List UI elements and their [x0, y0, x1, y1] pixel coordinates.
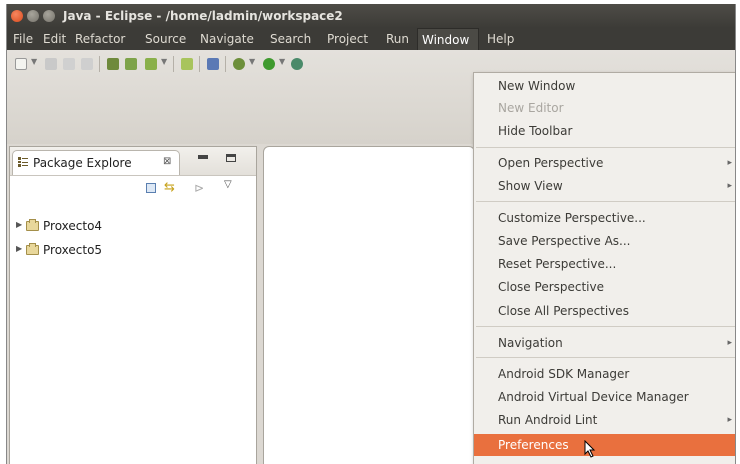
filter-icon[interactable]: ⊳ — [194, 181, 204, 195]
chevron-down-icon[interactable]: ▼ — [249, 57, 255, 66]
tree-item-label: Proxecto4 — [43, 219, 103, 233]
tree-item-proxecto4[interactable]: ▶ Proxecto4 — [16, 217, 216, 235]
menu-item-reset-perspective[interactable]: Reset Perspective... — [474, 253, 735, 275]
package-explorer-view: Package Explore ⊠ ⇆ ⊳ ▽ ▶ Proxecto4 ▶ Pr… — [9, 146, 257, 464]
minimize-view-button[interactable] — [198, 155, 208, 159]
package-explorer-tabbar: Package Explore ⊠ — [10, 147, 256, 176]
maximize-view-button[interactable] — [226, 154, 236, 162]
title-bar: Java - Eclipse - /home/ladmin/workspace2 — [7, 4, 735, 28]
project-folder-icon — [26, 219, 39, 231]
menu-navigate[interactable]: Navigate — [196, 28, 258, 50]
menu-item-label: Close All Perspectives — [498, 304, 629, 318]
toolbar-separator — [199, 56, 200, 72]
collapse-all-icon[interactable] — [146, 183, 156, 193]
menu-file[interactable]: File — [9, 28, 37, 50]
menu-separator — [476, 147, 735, 148]
menu-item-label: Reset Perspective... — [498, 257, 617, 271]
menu-project[interactable]: Project — [323, 28, 372, 50]
menu-item-run-android-lint[interactable]: Run Android Lint ▸ — [474, 409, 735, 431]
window-menu-dropdown: New Window New Editor Hide Toolbar Open … — [473, 72, 735, 464]
menu-search[interactable]: Search — [266, 28, 315, 50]
menu-item-label: Android Virtual Device Manager — [498, 390, 689, 404]
project-folder-icon — [26, 243, 39, 255]
menu-item-preferences[interactable]: Preferences — [474, 434, 735, 458]
tree-item-label: Proxecto5 — [43, 243, 103, 257]
eclipse-window: Java - Eclipse - /home/ladmin/workspace2… — [6, 4, 736, 464]
view-menu-icon[interactable]: ▽ — [224, 179, 232, 190]
package-explorer-toolbar: ⇆ ⊳ ▽ — [10, 177, 256, 199]
window-title: Java - Eclipse - /home/ladmin/workspace2 — [63, 9, 343, 23]
menu-item-label: Hide Toolbar — [498, 124, 573, 138]
submenu-arrow-icon: ▸ — [727, 158, 732, 168]
toolbar-separator — [99, 56, 100, 72]
menu-item-label: Save Perspective As... — [498, 234, 631, 248]
menu-item-close-all-perspectives[interactable]: Close All Perspectives — [474, 300, 735, 322]
menu-item-label: Android SDK Manager — [498, 367, 630, 381]
submenu-arrow-icon: ▸ — [727, 181, 732, 191]
menu-item-navigation[interactable]: Navigation ▸ — [474, 332, 735, 354]
menu-item-android-sdk-manager[interactable]: Android SDK Manager — [474, 363, 735, 385]
menu-source[interactable]: Source — [141, 28, 190, 50]
menu-separator — [476, 201, 735, 202]
menu-item-label: New Window — [498, 79, 576, 93]
tree-item-proxecto5[interactable]: ▶ Proxecto5 — [16, 241, 216, 259]
menu-item-label: New Editor — [498, 101, 564, 115]
menu-item-new-window[interactable]: New Window — [474, 75, 735, 97]
android-sdk-icon[interactable] — [107, 58, 119, 70]
menu-edit[interactable]: Edit — [39, 28, 70, 50]
menu-bar: File Edit Refactor Source Navigate Searc… — [7, 28, 735, 50]
menu-item-hide-toolbar[interactable]: Hide Toolbar — [474, 120, 735, 142]
chevron-down-icon[interactable]: ▼ — [31, 57, 37, 66]
menu-window[interactable]: Window — [417, 28, 479, 50]
tab-package-explorer-label: Package Explore — [33, 156, 132, 170]
menu-refactor[interactable]: Refactor — [71, 28, 129, 50]
minimize-window-button[interactable] — [27, 10, 39, 22]
mouse-pointer-icon — [584, 440, 596, 458]
menu-item-close-perspective[interactable]: Close Perspective — [474, 276, 735, 298]
menu-separator — [476, 326, 735, 327]
print-icon[interactable] — [81, 58, 93, 70]
submenu-arrow-icon: ▸ — [727, 415, 732, 425]
toolbar-separator — [225, 56, 226, 72]
menu-run[interactable]: Run — [382, 28, 413, 50]
lint-check-icon[interactable] — [145, 58, 157, 70]
new-android-project-icon[interactable] — [181, 58, 193, 70]
menu-item-label: Open Perspective — [498, 156, 604, 170]
menu-item-label: Run Android Lint — [498, 413, 598, 427]
editor-area — [263, 146, 475, 464]
menu-item-new-editor: New Editor — [474, 97, 735, 119]
menu-item-show-view[interactable]: Show View ▸ — [474, 175, 735, 197]
open-type-icon[interactable] — [207, 58, 219, 70]
menu-help[interactable]: Help — [483, 28, 518, 50]
menu-item-open-perspective[interactable]: Open Perspective ▸ — [474, 152, 735, 174]
chevron-down-icon[interactable]: ▼ — [161, 57, 167, 66]
debug-icon[interactable] — [233, 58, 245, 70]
menu-item-label: Customize Perspective... — [498, 211, 646, 225]
maximize-window-button[interactable] — [43, 10, 55, 22]
search-icon[interactable] — [291, 58, 303, 70]
package-explorer-icon — [18, 157, 28, 167]
submenu-arrow-icon: ▸ — [727, 338, 732, 348]
run-icon[interactable] — [263, 58, 275, 70]
save-icon[interactable] — [45, 58, 57, 70]
toolbar-separator — [173, 56, 174, 72]
expand-arrow-icon[interactable]: ▶ — [16, 220, 22, 229]
menu-item-label: Show View — [498, 179, 563, 193]
new-icon[interactable] — [15, 58, 27, 70]
close-icon[interactable]: ⊠ — [163, 156, 171, 167]
menu-item-android-virtual-device-manager[interactable]: Android Virtual Device Manager — [474, 386, 735, 408]
menu-item-label: Navigation — [498, 336, 563, 350]
menu-item-label: Preferences — [498, 438, 569, 452]
link-with-editor-icon[interactable]: ⇆ — [164, 180, 175, 195]
expand-arrow-icon[interactable]: ▶ — [16, 244, 22, 253]
menu-item-customize-perspective[interactable]: Customize Perspective... — [474, 207, 735, 229]
tab-package-explorer[interactable]: Package Explore ⊠ — [12, 150, 180, 175]
menu-separator — [476, 357, 735, 358]
close-window-button[interactable] — [11, 10, 23, 22]
save-all-icon[interactable] — [63, 58, 75, 70]
android-avd-icon[interactable] — [125, 58, 137, 70]
menu-item-label: Close Perspective — [498, 280, 605, 294]
chevron-down-icon[interactable]: ▼ — [279, 57, 285, 66]
menu-item-save-perspective-as[interactable]: Save Perspective As... — [474, 230, 735, 252]
